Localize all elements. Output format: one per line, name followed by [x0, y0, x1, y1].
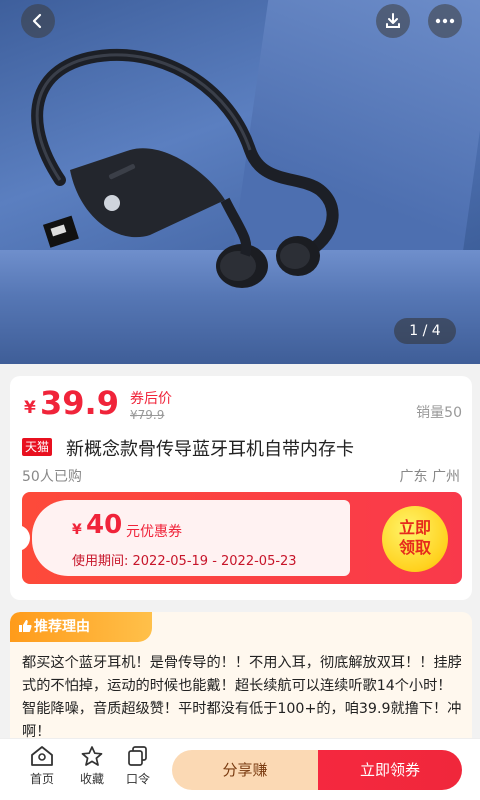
download-button[interactable]	[376, 4, 410, 38]
after-coupon-label: 券后价	[130, 391, 172, 407]
coupon-amount: 40	[86, 510, 123, 540]
home-icon	[31, 746, 53, 766]
original-price: ¥79.9	[130, 408, 165, 422]
nav-code-label: 口令	[125, 772, 150, 786]
copy-icon	[128, 746, 147, 766]
coupon-currency: ¥	[72, 522, 82, 538]
more-button[interactable]	[428, 4, 462, 38]
coupon-validity-dates: 使用期间: 2022-05-19 - 2022-05-23	[72, 554, 297, 569]
page-indicator: 1 / 4	[394, 318, 456, 344]
claim-label-line1: 立即	[398, 518, 431, 537]
nav-favorite-label: 收藏	[79, 772, 104, 786]
sales-count: 销量50	[416, 405, 462, 421]
nav-home[interactable]: 首页	[22, 745, 62, 787]
ship-location: 广东 广州	[399, 469, 460, 485]
coupon-body: ¥ 40 元优惠券 使用期间: 2022-05-19 - 2022-05-23	[32, 500, 350, 576]
back-arrow-icon	[32, 13, 42, 29]
claim-coupon-button[interactable]: 立即 领取	[382, 506, 448, 572]
platform-tag: 天猫	[22, 438, 53, 456]
thumbs-up-icon	[19, 620, 32, 632]
product-info-card: ¥ 39.9 券后价 ¥79.9 销量50 天猫 新概念款骨传导蓝牙耳机自带内存…	[10, 376, 472, 600]
product-title: 新概念款骨传导蓝牙耳机自带内存卡	[66, 439, 354, 460]
coupon-banner[interactable]: ¥ 40 元优惠券 使用期间: 2022-05-19 - 2022-05-23 …	[22, 492, 462, 584]
recommendation-card: 推荐理由 都买这个蓝牙耳机！是骨传导的！！不用入耳，彻底解放双耳！！挂脖式的不怕…	[10, 612, 472, 752]
coupon-label: 元优惠券	[126, 524, 182, 540]
coupon-notch	[22, 525, 30, 551]
price-row: ¥ 39.9 券后价 ¥79.9 销量50	[22, 384, 462, 426]
share-earn-button[interactable]: 分享赚	[172, 750, 318, 790]
title-row: 天猫 新概念款骨传导蓝牙耳机自带内存卡	[22, 436, 462, 460]
back-button[interactable]	[21, 4, 55, 38]
nav-home-label: 首页	[29, 772, 54, 786]
headphones-image	[31, 48, 339, 288]
recommendation-title: 推荐理由	[34, 619, 90, 635]
star-icon	[81, 746, 103, 766]
get-coupon-button[interactable]: 立即领券	[318, 750, 462, 790]
nav-favorite[interactable]: 收藏	[72, 745, 112, 787]
product-image-gallery[interactable]: 1 / 4	[0, 0, 480, 364]
recommendation-text: 都买这个蓝牙耳机！是骨传导的！！不用入耳，彻底解放双耳！！挂脖式的不怕掉，运动的…	[22, 655, 462, 740]
more-dots-icon	[435, 18, 455, 24]
bought-count: 50人已购	[22, 469, 82, 485]
nav-code[interactable]: 口令	[118, 745, 158, 787]
claim-label-line2: 领取	[398, 538, 431, 557]
download-icon	[386, 13, 400, 28]
price-value: 39.9	[40, 384, 119, 422]
price-currency: ¥	[24, 398, 36, 418]
recommendation-header: 推荐理由	[10, 612, 152, 642]
bottom-action-bar: 首页 收藏 口令 分享赚 立即领券	[0, 738, 480, 800]
